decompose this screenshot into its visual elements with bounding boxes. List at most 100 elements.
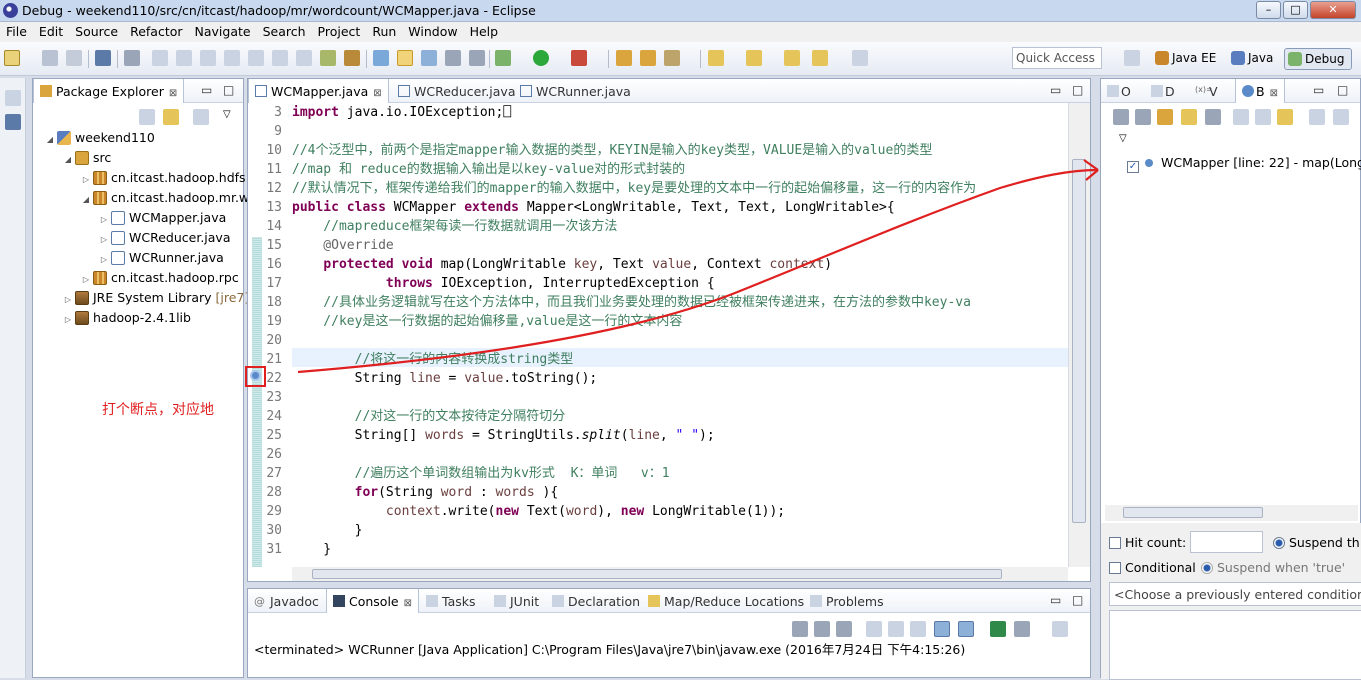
tab-console[interactable]: Console ⊠: [326, 589, 420, 613]
perspective-java-ee[interactable]: Java EE: [1152, 48, 1220, 70]
remove-all-terminated-icon[interactable]: [836, 621, 852, 637]
tab-debug[interactable]: D: [1145, 79, 1181, 103]
tree-item-package-mr[interactable]: ◢ cn.itcast.hadoop.mr.w: [81, 188, 249, 208]
remove-all-breakpoints-icon[interactable]: [1135, 109, 1151, 125]
remove-breakpoint-icon[interactable]: [1113, 109, 1129, 125]
code-editor[interactable]: 3 import java.io.IOException;⎕ 9 10 //4个泛型中，…: [248, 103, 1068, 567]
step-return-icon[interactable]: [296, 50, 312, 66]
tab-wcreducer[interactable]: WCReducer.java: [392, 79, 521, 103]
collapsed-arrow-icon[interactable]: ▷: [81, 170, 91, 190]
menu-source[interactable]: Source: [69, 22, 124, 41]
suspend-when-true-row[interactable]: Suspend when 'true': [1201, 560, 1345, 575]
expanded-arrow-icon[interactable]: ◢: [63, 150, 73, 170]
maximize-button[interactable]: □: [1283, 1, 1308, 19]
tree-item-package-hdfs[interactable]: ▷ cn.itcast.hadoop.hdfs: [81, 168, 246, 188]
use-step-filters-icon[interactable]: [344, 50, 360, 66]
hit-count-input[interactable]: [1190, 531, 1263, 553]
new-package-icon[interactable]: [640, 50, 656, 66]
tab-declaration[interactable]: Declaration: [546, 589, 646, 613]
resume-icon[interactable]: [152, 50, 168, 66]
disconnect-icon[interactable]: [224, 50, 240, 66]
remove-launch-icon[interactable]: [814, 621, 830, 637]
breakpoints-scroll-thumb[interactable]: [1123, 507, 1263, 518]
clear-console-icon[interactable]: [866, 621, 882, 637]
perspective-java[interactable]: Java: [1228, 48, 1277, 70]
perspective-debug[interactable]: Debug: [1284, 48, 1352, 70]
vertical-scrollbar[interactable]: [1068, 103, 1090, 567]
menu-search[interactable]: Search: [257, 22, 312, 41]
conditional-checkbox[interactable]: [1109, 562, 1121, 574]
open-console-icon[interactable]: [1052, 621, 1068, 637]
menu-project[interactable]: Project: [312, 22, 367, 41]
tab-mapreduce-locations[interactable]: Map/Reduce Locations: [642, 589, 810, 613]
save-all-icon[interactable]: [66, 50, 82, 66]
horizontal-scroll-thumb[interactable]: [312, 569, 1002, 579]
minimize-view-icon[interactable]: ▭: [1050, 83, 1061, 97]
forward-icon[interactable]: [852, 50, 868, 66]
hit-count-checkbox[interactable]: [1109, 537, 1121, 549]
close-tab-icon[interactable]: ⊠: [373, 88, 381, 99]
skip-all-icon[interactable]: [1205, 109, 1221, 125]
menu-navigate[interactable]: Navigate: [189, 22, 257, 41]
tree-item-hadoop-lib[interactable]: ▷ hadoop-2.4.1lib: [63, 308, 191, 328]
dropdown-arrow-icon[interactable]: ▽: [1119, 133, 1127, 144]
conditional-row[interactable]: Conditional: [1109, 560, 1196, 575]
console-icon[interactable]: [95, 50, 111, 66]
highlight-icon[interactable]: [397, 50, 413, 66]
tree-item-weekend110[interactable]: ◢ weekend110: [45, 128, 155, 148]
focus-icon[interactable]: [193, 109, 209, 125]
step-into-icon[interactable]: [248, 50, 264, 66]
suspend-icon[interactable]: [176, 50, 192, 66]
show-supported-icon[interactable]: [1157, 109, 1173, 125]
restore-icon[interactable]: [5, 90, 21, 106]
new-icon[interactable]: [4, 50, 20, 66]
tab-tasks[interactable]: Tasks: [420, 589, 482, 613]
menu-run[interactable]: Run: [366, 22, 402, 41]
tab-outline[interactable]: O: [1101, 79, 1137, 103]
run-icon[interactable]: [533, 50, 549, 66]
minimize-view-icon[interactable]: ▭: [1050, 593, 1061, 607]
suspend-when-true-radio[interactable]: [1201, 562, 1213, 574]
new-class-icon[interactable]: [664, 50, 680, 66]
link-with-debug-view-icon[interactable]: [1277, 109, 1293, 125]
tree-item-wcrunner[interactable]: ▷ WCRunner.java: [99, 248, 224, 268]
maximize-view-icon[interactable]: □: [1072, 83, 1083, 97]
tree-item-src[interactable]: ◢ src: [63, 148, 111, 168]
tree-item-wcmapper[interactable]: ▷ WCMapper.java: [99, 208, 226, 228]
search-icon[interactable]: [708, 50, 724, 66]
vertical-scroll-thumb[interactable]: [1072, 159, 1086, 523]
tab-wcrunner[interactable]: WCRunner.java: [514, 79, 637, 103]
menu-help[interactable]: Help: [464, 22, 505, 41]
debug-icon[interactable]: [495, 50, 511, 66]
tab-package-explorer[interactable]: Package Explorer ⊠: [33, 79, 185, 103]
tree-item-package-rpc[interactable]: ▷ cn.itcast.hadoop.rpc: [81, 268, 239, 288]
scroll-lock-icon[interactable]: [888, 621, 904, 637]
close-tab-icon[interactable]: ⊠: [1270, 88, 1278, 99]
breakpoint-item[interactable]: ✓ WCMapper [line: 22] - map(Long: [1127, 155, 1361, 173]
toggle-mark-icon[interactable]: [469, 50, 485, 66]
hit-count-row[interactable]: Hit count:: [1109, 535, 1186, 550]
back-icon[interactable]: [812, 50, 828, 66]
minimized-view-icon[interactable]: [5, 114, 21, 130]
collapsed-arrow-icon[interactable]: ▷: [99, 250, 109, 270]
link-with-editor-icon[interactable]: [163, 109, 179, 125]
view-menu-icon[interactable]: ▽: [223, 109, 231, 120]
tree-item-wcreducer[interactable]: ▷ WCReducer.java: [99, 228, 230, 248]
condition-history-select[interactable]: <Choose a previously entered condition>: [1109, 582, 1361, 606]
maximize-view-icon[interactable]: □: [1337, 83, 1348, 97]
collapsed-arrow-icon[interactable]: ▷: [63, 310, 73, 330]
view-menu-icon[interactable]: [1333, 109, 1349, 125]
close-button[interactable]: ✕: [1310, 1, 1356, 19]
tree-item-jre-library[interactable]: ▷ JRE System Library [jre7]: [63, 288, 249, 308]
breakpoints-hscrollbar[interactable]: [1105, 505, 1358, 521]
suspend-thread-row[interactable]: Suspend th: [1273, 535, 1360, 550]
pin-console-icon[interactable]: [990, 621, 1006, 637]
condition-editor[interactable]: [1109, 610, 1361, 680]
tab-variables[interactable]: (x)= V: [1189, 79, 1224, 103]
new-java-project-icon[interactable]: [616, 50, 632, 66]
show-whitespace-icon[interactable]: [421, 50, 437, 66]
collapse-all-icon[interactable]: [1255, 109, 1271, 125]
open-console-icon[interactable]: [373, 50, 389, 66]
menu-refactor[interactable]: Refactor: [124, 22, 188, 41]
expanded-arrow-icon[interactable]: ◢: [45, 130, 55, 150]
